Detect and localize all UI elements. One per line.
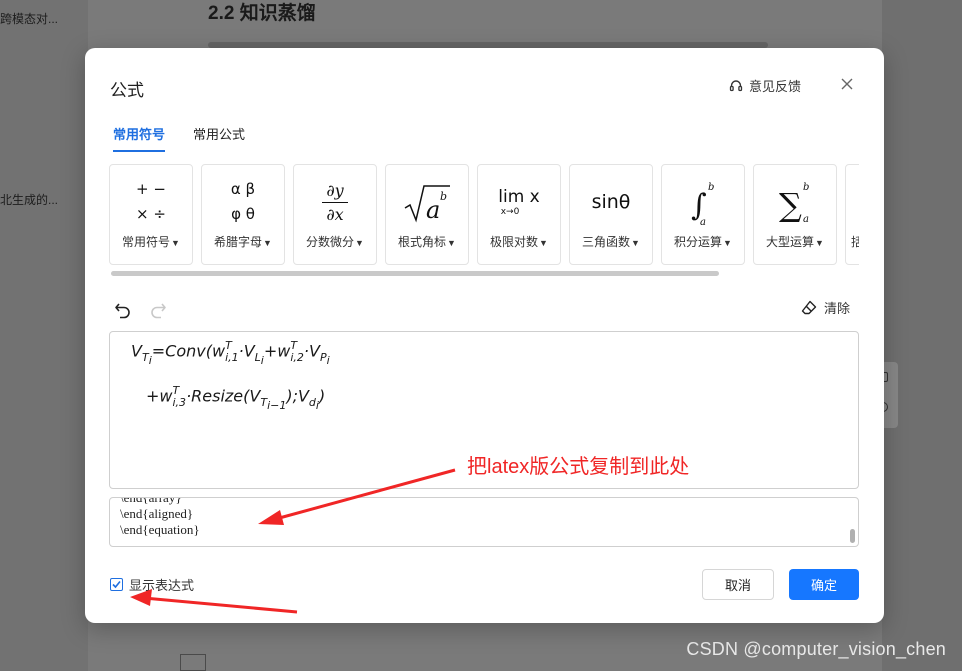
chevron-down-icon: ▼ [631,238,640,248]
radical-script-icon: a b [386,173,468,231]
latex-line: \end{equation} [120,522,200,537]
symbol-row-scrollbar[interactable] [111,271,719,276]
symbol-group-basic[interactable]: + − × ÷ 常用符号▼ [109,164,193,265]
chevron-down-icon: ▼ [355,238,364,248]
undo-icon[interactable] [113,300,133,320]
show-expression-toggle[interactable]: 显示表达式 [110,575,194,594]
symbol-group-row: + − × ÷ 常用符号▼ α β φ θ 希腊字母▼ ∂y ∂x 分数微分▼ … [109,164,859,265]
large-operator-icon: ∑ b a [754,173,836,231]
tab-common-symbols[interactable]: 常用符号 [113,124,166,152]
clear-label: 清除 [824,301,851,316]
symbol-group-bracket[interactable]: 括 [845,164,859,265]
symbol-group-trig[interactable]: sinθ 三角函数▼ [569,164,653,265]
dialog-title: 公式 [110,81,144,100]
chevron-down-icon: ▼ [447,238,456,248]
background-snippet: 北生成的... [0,193,59,207]
redo-icon[interactable] [148,300,168,320]
chevron-down-icon: ▼ [171,238,180,248]
trig-function-icon: sinθ [591,191,631,213]
eraser-icon [801,300,817,314]
symbol-group-large-operator[interactable]: ∑ b a 大型运算▼ [753,164,837,265]
symbol-group-radical[interactable]: a b 根式角标▼ [385,164,469,265]
svg-text:b: b [708,182,714,193]
headset-icon [729,79,743,91]
clear-button[interactable]: 清除 [801,298,850,317]
svg-text:∑: ∑ [779,186,802,224]
symbol-group-greek[interactable]: α β φ θ 希腊字母▼ [201,164,285,265]
feedback-label: 意见反馈 [749,79,802,94]
background-element [180,654,206,671]
latex-input[interactable]: \end{array} \end{aligned} \end{equation} [109,497,859,547]
tab-common-formulas[interactable]: 常用公式 [193,124,245,152]
show-expression-label: 显示表达式 [129,578,195,593]
svg-text:a: a [426,196,440,224]
basic-operators-icon: + − × ÷ [136,180,166,223]
svg-text:b: b [803,182,809,193]
symbol-group-limit[interactable]: lim x x→0 极限对数▼ [477,164,561,265]
formula-dialog: 公式 意见反馈 常用符号 常用公式 + − × ÷ 常用符号▼ α β φ θ … [85,48,884,623]
latex-line: \end{array} [120,497,182,505]
chevron-down-icon: ▼ [815,238,824,248]
fraction-derivative-icon: ∂y ∂x [294,173,376,231]
background-heading: 2.2 知识蒸馏 [208,3,316,24]
svg-text:a: a [803,214,809,225]
background-snippet: 跨模态对... [0,12,59,26]
chevron-down-icon: ▼ [723,238,732,248]
background-left-panel [0,0,88,671]
symbol-group-fraction[interactable]: ∂y ∂x 分数微分▼ [293,164,377,265]
show-expression-checkbox[interactable] [110,578,123,591]
formula-line-2: +w Ti,3 ·Resize(VTi−1);Vdi) [146,384,326,412]
latex-scrollbar[interactable] [850,529,855,543]
latex-line: \end{aligned} [120,506,194,521]
checkmark-icon [112,580,121,589]
symbol-group-integral[interactable]: ∫ b a 积分运算▼ [661,164,745,265]
tab-bar: 常用符号 常用公式 [113,124,245,152]
annotation-text: 把latex版公式复制到此处 [467,456,690,478]
limit-log-icon: lim x x→0 [498,187,540,217]
close-icon[interactable] [837,74,857,94]
chevron-down-icon: ▼ [539,238,548,248]
greek-letters-icon: α β φ θ [230,180,256,223]
feedback-button[interactable]: 意见反馈 [729,76,801,95]
formula-line-1: VTi=Conv(w Ti,1 ·VLi+w Ti,2 ·VPi [131,339,330,367]
watermark: CSDN @computer_vision_chen [686,639,946,659]
chevron-down-icon: ▼ [263,238,272,248]
cancel-button[interactable]: 取消 [702,569,774,600]
svg-text:b: b [440,190,447,203]
integral-icon: ∫ b a [662,173,744,231]
ok-button[interactable]: 确定 [789,569,859,600]
svg-text:a: a [700,217,706,226]
